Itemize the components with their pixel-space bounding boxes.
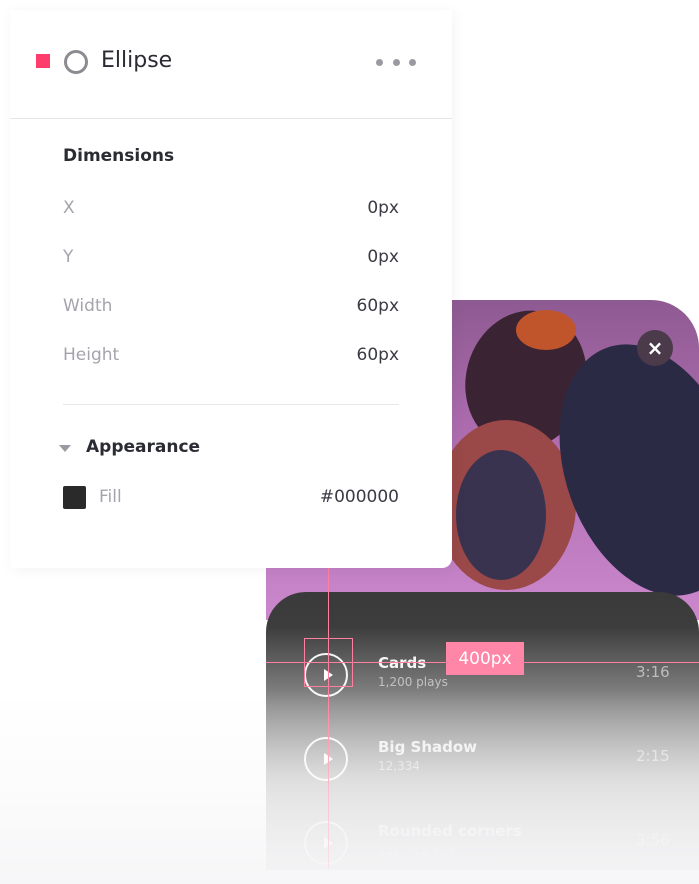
measurement-label: 400px — [446, 642, 524, 675]
selection-box[interactable] — [304, 638, 353, 687]
dimensions-heading: Dimensions — [63, 146, 175, 166]
field-label: Y — [63, 247, 74, 267]
play-icon[interactable] — [304, 821, 348, 865]
dot — [376, 58, 383, 66]
layer-color-chip — [36, 54, 50, 68]
x-field[interactable]: X 0px — [63, 198, 399, 222]
panel-header: Ellipse — [10, 10, 452, 119]
photo-shape — [516, 310, 576, 350]
ellipse-icon — [64, 50, 88, 74]
track-duration: 3:56 — [636, 831, 670, 849]
fill-value[interactable]: #000000 — [320, 487, 399, 507]
more-options-icon[interactable] — [376, 54, 416, 70]
track-subtitle: 12,334 — [378, 759, 420, 773]
y-field[interactable]: Y 0px — [63, 247, 399, 271]
width-field[interactable]: Width 60px — [63, 296, 399, 320]
track-row[interactable]: Big Shadow 12,334 2:15 — [266, 732, 699, 792]
dot — [392, 58, 400, 66]
track-subtitle: 1,200 plays — [378, 675, 448, 689]
fill-color-swatch[interactable] — [63, 486, 86, 509]
play-icon[interactable] — [304, 737, 348, 781]
track-duration: 3:16 — [636, 663, 670, 681]
track-row[interactable]: Rounded corners 121,323,323 3:56 — [266, 816, 699, 870]
track-title: Rounded corners — [378, 822, 522, 840]
field-value[interactable]: 60px — [357, 345, 399, 365]
field-value[interactable]: 0px — [367, 198, 399, 218]
chevron-down-icon[interactable] — [59, 445, 71, 452]
field-label: Width — [63, 296, 113, 316]
section-divider — [63, 404, 399, 405]
photo-shape — [456, 450, 546, 580]
field-label: X — [63, 198, 75, 218]
appearance-heading[interactable]: Appearance — [86, 437, 200, 457]
field-value[interactable]: 0px — [367, 247, 399, 267]
track-subtitle: 121,323,323 — [378, 843, 455, 857]
properties-panel: Ellipse Dimensions X 0px Y 0px Width 60p… — [10, 10, 452, 568]
track-title: Cards — [378, 654, 427, 672]
vertical-guide-line — [328, 568, 329, 868]
track-title: Big Shadow — [378, 738, 478, 756]
height-field[interactable]: Height 60px — [63, 345, 399, 369]
field-label: Height — [63, 345, 120, 365]
fill-label: Fill — [99, 487, 122, 507]
dot — [409, 58, 416, 66]
field-value[interactable]: 60px — [357, 296, 399, 316]
track-duration: 2:15 — [636, 747, 670, 765]
close-icon[interactable]: × — [637, 330, 673, 366]
layer-name[interactable]: Ellipse — [101, 48, 172, 73]
